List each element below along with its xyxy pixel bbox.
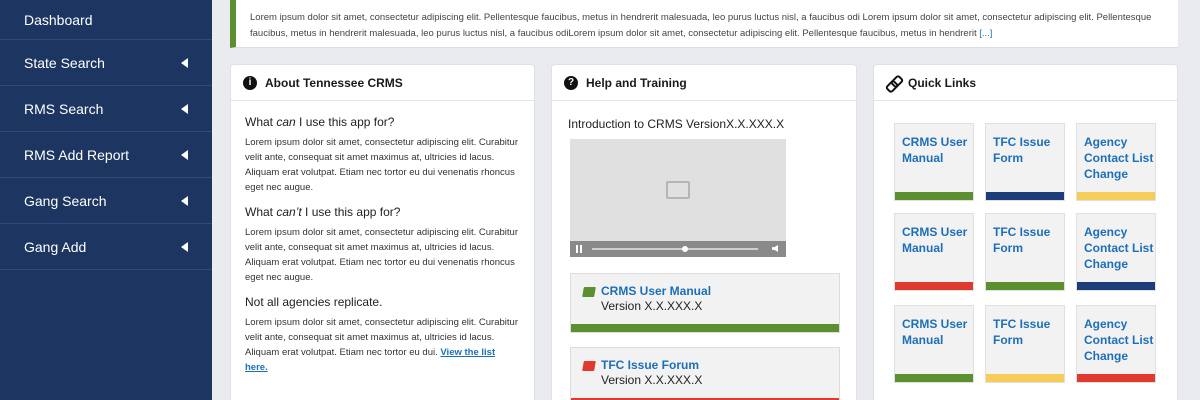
doc-card-tfc-issue-forum[interactable]: TFC Issue Forum Version X.X.XXX.X [570,347,840,400]
help-title: Help and Training [586,75,687,90]
help-card: ? Help and Training Introduction to CRMS… [551,64,857,400]
tile-color-stripe [986,282,1064,290]
caret-left-icon [181,58,188,68]
caret-left-icon [181,196,188,206]
sidebar-item-gang-search[interactable]: Gang Search [0,179,212,224]
about-question-2: What can’t I use this app for? [245,205,401,219]
sidebar-item-label: RMS Search [24,101,104,117]
quick-links-header: Quick Links [874,65,1177,101]
tile-color-stripe [895,192,973,200]
quick-links-title: Quick Links [908,75,977,90]
sidebar-item-rms-search[interactable]: RMS Search [0,87,212,132]
tile-color-stripe [986,192,1064,200]
doc-card-crms-manual[interactable]: CRMS User Manual Version X.X.XXX.X [570,273,840,333]
doc-color-stripe [571,324,839,332]
quick-link-tile[interactable]: Agency Contact List Change [1076,123,1156,201]
alert-body: Lorem ipsum dolor sit amet, consectetur … [250,12,1152,39]
about-question-3: Not all agencies replicate. [245,295,383,309]
info-icon: i [243,75,257,90]
about-card-header: i About Tennessee CRMS [231,65,534,101]
sidebar: Dashboard State Search RMS Search RMS Ad… [0,0,212,400]
video-controls [570,241,786,257]
quick-link-tile[interactable]: TFC Issue Form [985,213,1065,291]
book-icon [582,361,596,371]
about-paragraph-1: Lorem ipsum dolor sit amet, consectetur … [245,137,518,193]
volume-icon[interactable] [772,245,778,252]
doc-version: Version X.X.XXX.X [601,299,703,313]
alert-more-link[interactable]: [...] [979,28,992,39]
sidebar-item-label: Dashboard [24,11,93,28]
progress-knob[interactable] [682,246,688,252]
doc-version: Version X.X.XXX.X [601,373,703,387]
about-question-1: What can I use this app for? [245,115,395,129]
video-player[interactable] [570,139,786,257]
quick-link-label: CRMS User Manual [902,225,968,255]
about-title: About Tennessee CRMS [265,75,403,90]
quick-link-label: TFC Issue Form [993,135,1051,165]
alert-text: Lorem ipsum dolor sit amet, consectetur … [250,10,1174,42]
sidebar-item-gang-add[interactable]: Gang Add [0,225,212,270]
quick-links-card: Quick Links CRMS User Manual TFC Issue F… [873,64,1178,400]
quick-link-label: Agency Contact List Change [1084,135,1154,181]
sidebar-item-label: Gang Add [24,239,87,255]
tile-color-stripe [986,374,1064,382]
image-placeholder-icon [666,181,690,199]
quick-link-tile[interactable]: CRMS User Manual [894,305,974,383]
quick-link-tile[interactable]: TFC Issue Form [985,123,1065,201]
quick-link-tile[interactable]: Agency Contact List Change [1076,305,1156,383]
quick-link-tile[interactable]: Agency Contact List Change [1076,213,1156,291]
quick-link-tile[interactable]: CRMS User Manual [894,213,974,291]
tile-color-stripe [895,282,973,290]
quick-link-label: Agency Contact List Change [1084,225,1154,271]
tile-color-stripe [1077,282,1155,290]
sidebar-item-rms-add-report[interactable]: RMS Add Report [0,133,212,178]
quick-link-label: Agency Contact List Change [1084,317,1154,363]
doc-title[interactable]: TFC Issue Forum [601,358,699,372]
about-card: i About Tennessee CRMS What can I use th… [230,64,535,400]
link-icon [886,76,900,90]
sidebar-item-dashboard[interactable]: Dashboard [0,0,212,40]
quick-link-label: CRMS User Manual [902,135,968,165]
intro-title: Introduction to CRMS VersionX.X.XXX.X [568,117,785,131]
quick-link-tile[interactable]: CRMS User Manual [894,123,974,201]
sidebar-item-state-search[interactable]: State Search [0,41,212,86]
help-card-header: ? Help and Training [552,65,856,101]
book-icon [582,287,596,297]
doc-title[interactable]: CRMS User Manual [601,284,711,298]
sidebar-item-label: RMS Add Report [24,147,130,163]
sidebar-item-label: State Search [24,55,105,71]
question-icon: ? [564,75,578,90]
tile-color-stripe [895,374,973,382]
tile-color-stripe [1077,374,1155,382]
sidebar-item-label: Gang Search [24,193,107,209]
quick-link-label: TFC Issue Form [993,225,1051,255]
video-progress-bar[interactable] [592,246,758,252]
about-paragraph-3: Lorem ipsum dolor sit amet, consectetur … [245,317,518,373]
caret-left-icon [181,242,188,252]
quick-link-label: CRMS User Manual [902,317,968,347]
caret-left-icon [181,104,188,114]
quick-link-label: TFC Issue Form [993,317,1051,347]
about-paragraph-2: Lorem ipsum dolor sit amet, consectetur … [245,227,518,283]
alert-banner: Lorem ipsum dolor sit amet, consectetur … [230,0,1178,48]
quick-link-tile[interactable]: TFC Issue Form [985,305,1065,383]
caret-left-icon [181,150,188,160]
tile-color-stripe [1077,192,1155,200]
pause-icon[interactable] [576,245,582,253]
